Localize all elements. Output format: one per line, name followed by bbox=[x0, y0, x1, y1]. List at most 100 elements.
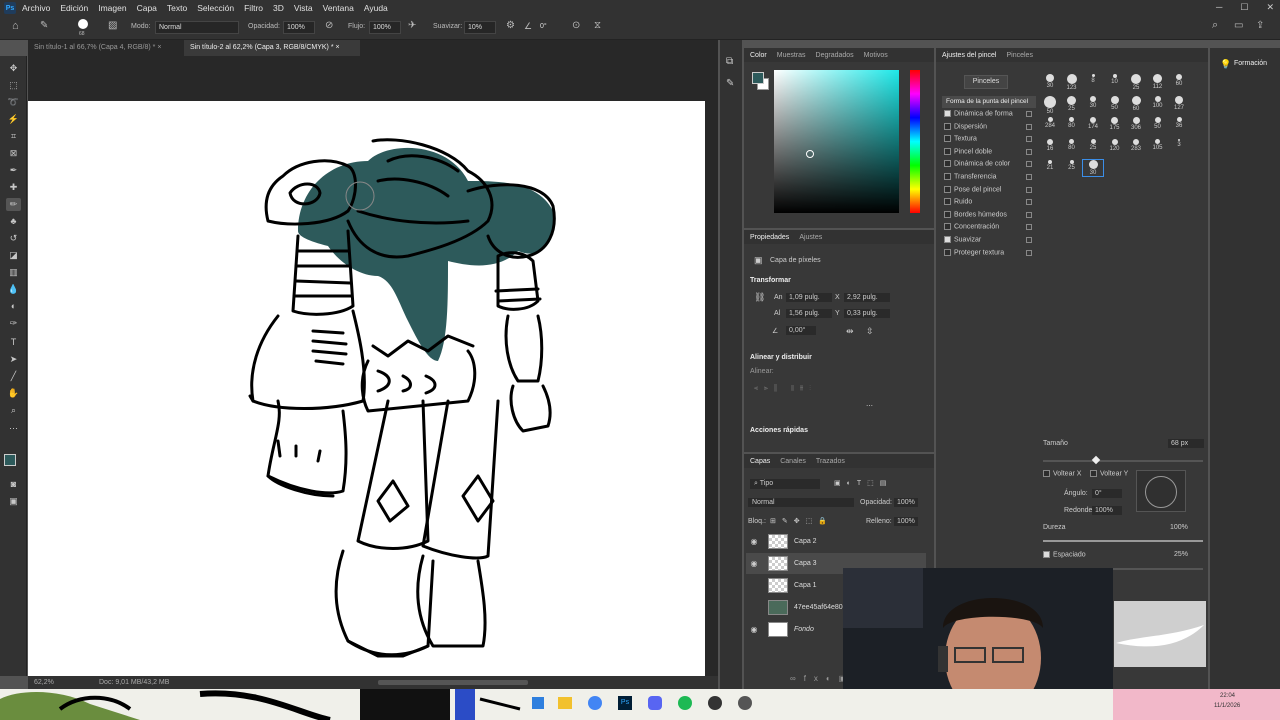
tab-document-1[interactable]: Sin título-1 al 66,7% (Capa 4, RGB/8) * … bbox=[28, 40, 180, 56]
checkbox[interactable] bbox=[944, 147, 951, 155]
history-panel-icon[interactable]: ⧉ bbox=[726, 56, 733, 67]
menu-archivo[interactable]: Archivo bbox=[22, 3, 50, 13]
lock-icon[interactable] bbox=[1026, 123, 1032, 130]
flip-y-toggle[interactable]: Voltear Y bbox=[1090, 470, 1128, 477]
lasso-tool-icon[interactable]: ➰ bbox=[6, 96, 21, 109]
menu-imagen[interactable]: Imagen bbox=[98, 3, 126, 13]
photoshop-logo-icon[interactable]: Ps bbox=[4, 2, 16, 14]
layer-filter-select[interactable]: ⌕ Tipo bbox=[750, 479, 820, 489]
close-icon[interactable]: ✕ bbox=[1266, 2, 1274, 13]
magic-wand-icon[interactable]: ⚡ bbox=[6, 113, 21, 126]
blend-mode-select[interactable]: Normal bbox=[748, 498, 854, 507]
menu-seleccion[interactable]: Selección bbox=[197, 3, 234, 13]
lock-icon[interactable] bbox=[1026, 186, 1032, 193]
file-explorer-icon[interactable] bbox=[558, 697, 572, 709]
foreground-color-swatch[interactable] bbox=[4, 454, 16, 466]
path-select-icon[interactable]: ➤ bbox=[6, 353, 21, 366]
brush-preset[interactable]: 306 bbox=[1126, 117, 1146, 131]
brush-preset[interactable]: 283 bbox=[1126, 138, 1146, 152]
hardness-value[interactable]: 100% bbox=[1170, 524, 1188, 531]
eye-icon[interactable]: ◉ bbox=[746, 537, 762, 546]
frame-tool-icon[interactable]: ⊠ bbox=[6, 147, 21, 160]
brush-option-item[interactable]: Concentración bbox=[944, 223, 1036, 231]
brush-preset[interactable]: 25 bbox=[1126, 74, 1146, 91]
layer-row[interactable]: ◉ Capa 2 bbox=[746, 531, 926, 552]
angle-field[interactable]: 0° bbox=[1092, 489, 1122, 498]
lock-icon[interactable] bbox=[1026, 148, 1032, 155]
tab-canales[interactable]: Canales bbox=[780, 458, 806, 465]
checkbox[interactable] bbox=[944, 185, 951, 193]
search-icon[interactable]: ⌕ bbox=[1212, 19, 1218, 32]
healing-brush-icon[interactable]: ✚ bbox=[6, 181, 21, 194]
menu-vista[interactable]: Vista bbox=[294, 3, 313, 13]
gradient-tool-icon[interactable]: ▥ bbox=[6, 266, 21, 279]
windows-start-icon[interactable] bbox=[532, 697, 544, 709]
pressure-size-icon[interactable]: ⊙ bbox=[572, 20, 580, 31]
brush-preview-icon[interactable] bbox=[78, 19, 88, 29]
menu-texto[interactable]: Texto bbox=[167, 3, 187, 13]
maximize-icon[interactable]: ☐ bbox=[1240, 2, 1248, 13]
layer-filter-icons[interactable]: ▣◐T⬚▤ bbox=[834, 479, 892, 487]
brush-option-item[interactable]: Ruido bbox=[944, 198, 1036, 206]
flip-vertical-icon[interactable]: ⇳ bbox=[866, 326, 874, 337]
modo-select[interactable]: Normal bbox=[155, 21, 239, 34]
settings-taskbar-icon[interactable] bbox=[738, 696, 752, 710]
formacion-label[interactable]: Formación bbox=[1234, 60, 1267, 67]
screen-mode-icon[interactable]: ▣ bbox=[6, 495, 21, 508]
roundness-field[interactable]: 100% bbox=[1092, 506, 1122, 515]
y-field[interactable]: 0,33 pulg. bbox=[844, 309, 890, 318]
blur-tool-icon[interactable]: 💧 bbox=[6, 283, 21, 296]
rotation-field[interactable]: 0,00° bbox=[786, 326, 816, 335]
brush-tip-shape-item[interactable]: Forma de la punta del pincel bbox=[942, 96, 1036, 108]
brush-preset[interactable]: 30 bbox=[1082, 159, 1104, 177]
brush-tool-icon[interactable]: ✏ bbox=[6, 198, 21, 211]
brush-option-item[interactable]: Pose del pincel bbox=[944, 185, 1036, 193]
width-field[interactable]: 1,09 pulg. bbox=[786, 293, 832, 302]
brush-option-item[interactable]: Proteger textura bbox=[944, 248, 1036, 256]
checkbox[interactable] bbox=[944, 135, 951, 143]
brush-preset[interactable]: 105 bbox=[1148, 138, 1168, 151]
share-icon[interactable]: ⇪ bbox=[1256, 20, 1264, 31]
dodge-tool-icon[interactable]: ◐ bbox=[6, 300, 21, 313]
brush-option-item[interactable]: Textura bbox=[944, 135, 1036, 143]
hand-tool-icon[interactable]: ✋ bbox=[6, 387, 21, 400]
marquee-tool-icon[interactable]: ⬚ bbox=[6, 79, 21, 92]
brush-preset[interactable]: 123 bbox=[1062, 74, 1082, 91]
brush-option-item[interactable]: Pincel doble bbox=[944, 147, 1036, 155]
close-icon[interactable]: × bbox=[157, 44, 161, 51]
line-tool-icon[interactable]: ╱ bbox=[6, 370, 21, 383]
photoshop-taskbar-icon[interactable]: Ps bbox=[618, 696, 632, 710]
checkbox[interactable] bbox=[944, 198, 951, 206]
lock-icon[interactable] bbox=[1026, 161, 1032, 168]
brush-preset[interactable]: 284 bbox=[1040, 117, 1060, 129]
zoom-level[interactable]: 62,2% bbox=[34, 679, 54, 686]
brush-preset[interactable]: 50 bbox=[1148, 117, 1168, 130]
eye-icon[interactable]: ◉ bbox=[746, 559, 762, 568]
taskbar-time[interactable]: 22:04 bbox=[1220, 693, 1235, 699]
brush-preset[interactable]: 50 bbox=[1040, 95, 1060, 115]
flujo-field[interactable]: 100% bbox=[369, 21, 401, 34]
more-tools-icon[interactable]: ⋯ bbox=[6, 422, 21, 435]
size-slider[interactable] bbox=[1043, 455, 1203, 465]
brush-preset[interactable]: 80 bbox=[1062, 117, 1082, 129]
size-field[interactable]: 68 px bbox=[1168, 439, 1204, 448]
checkbox[interactable] bbox=[944, 210, 951, 218]
horizontal-scrollbar[interactable] bbox=[378, 680, 528, 685]
canvas-document[interactable] bbox=[28, 101, 705, 676]
checkbox[interactable] bbox=[944, 248, 951, 256]
brush-preset[interactable]: 174 bbox=[1083, 117, 1103, 130]
lock-icon[interactable] bbox=[1026, 199, 1032, 206]
brush-preset[interactable]: 112 bbox=[1148, 74, 1168, 90]
pen-tool-icon[interactable]: ✑ bbox=[6, 317, 21, 330]
align-title[interactable]: Alinear y distribuir bbox=[750, 354, 812, 361]
brush-preset[interactable]: 127 bbox=[1169, 95, 1189, 111]
brush-preset[interactable]: 60 bbox=[1169, 74, 1189, 87]
menu-ventana[interactable]: Ventana bbox=[323, 3, 354, 13]
lightbulb-icon[interactable]: 💡 bbox=[1220, 59, 1231, 70]
lock-icon[interactable] bbox=[1026, 249, 1032, 256]
brush-option-item[interactable]: Dinámica de forma bbox=[944, 110, 1036, 117]
checkbox[interactable] bbox=[944, 236, 951, 243]
brush-option-item[interactable]: Bordes húmedos bbox=[944, 210, 1036, 218]
menu-ayuda[interactable]: Ayuda bbox=[364, 3, 388, 13]
tab-degradados[interactable]: Degradados bbox=[816, 52, 854, 59]
